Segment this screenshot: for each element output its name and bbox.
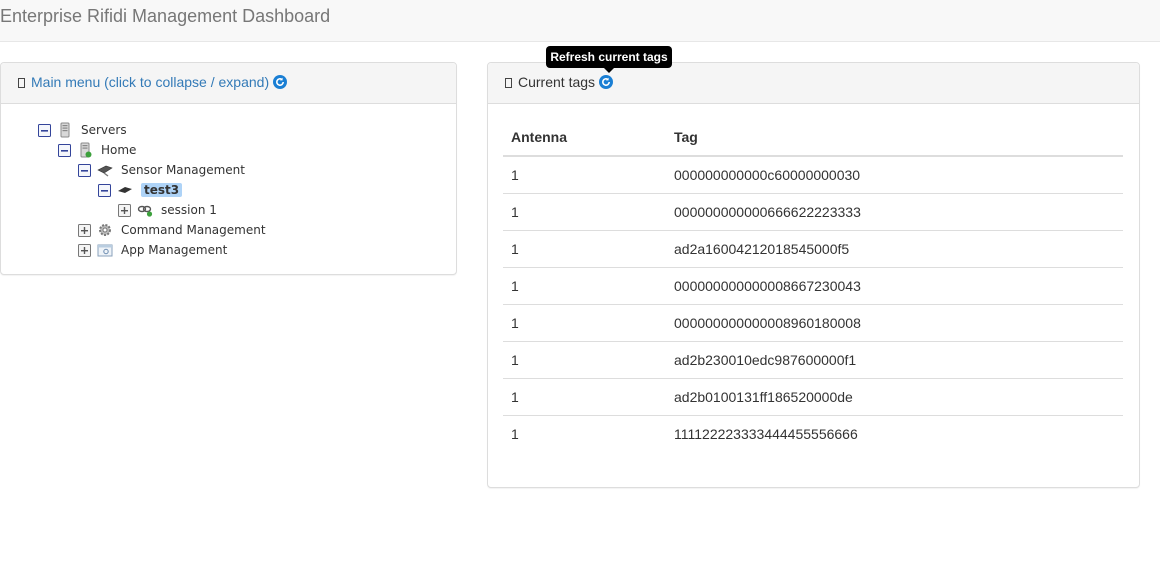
reader-device-icon (118, 187, 132, 193)
collapse-toggle-icon[interactable] (38, 124, 51, 137)
table-row: 1 000000000000666622223333 (503, 194, 1123, 231)
server-icon (60, 122, 70, 138)
table-row: 1 000000000000c60000000030 (503, 157, 1123, 194)
collapse-toggle-icon[interactable] (58, 144, 71, 157)
window-icon (18, 78, 25, 88)
top-navbar: Enterprise Rifidi Management Dashboard (0, 0, 1160, 42)
antenna-cell: 1 (511, 241, 519, 257)
tree-node-app-management[interactable]: App Management (78, 241, 227, 259)
column-header-tag: Tag (674, 129, 698, 145)
tag-cell: 000000000000008960180008 (674, 315, 861, 331)
tree-node-command-management[interactable]: Command Management (78, 221, 266, 239)
table-row: 1 ad2b230010edc987600000f1 (503, 342, 1123, 379)
tag-cell: ad2b230010edc987600000f1 (674, 352, 857, 368)
tree-label-servers[interactable]: Servers (81, 123, 127, 137)
tree-label-test3[interactable]: test3 (141, 183, 183, 197)
antenna-cell: 1 (511, 167, 519, 183)
tag-cell: 000000000000c60000000030 (674, 167, 861, 183)
current-tags-panel: Current tags Antenna Tag 1 000000000000c… (487, 62, 1140, 488)
antenna-cell: 1 (511, 389, 519, 405)
tree-node-home[interactable]: Home (58, 141, 136, 159)
app-window-icon (97, 244, 113, 257)
main-menu-heading[interactable]: Main menu (click to collapse / expand) (1, 63, 456, 104)
server-icon (80, 142, 92, 158)
antenna-cell: 1 (511, 352, 519, 368)
tag-cell: 000000000000008667230043 (674, 278, 861, 294)
gear-icon (99, 224, 111, 236)
table-row: 1 000000000000008960180008 (503, 305, 1123, 342)
tag-cell: 111122223333444455556666 (674, 426, 858, 442)
antenna-cell: 1 (511, 426, 519, 442)
table-row: 1 ad2b0100131ff186520000de (503, 379, 1123, 416)
tree-node-test3[interactable]: test3 (98, 181, 183, 199)
expand-toggle-icon[interactable] (118, 204, 131, 217)
antenna-cell: 1 (511, 278, 519, 294)
antenna-cell: 1 (511, 315, 519, 331)
tree-label-session-1[interactable]: session 1 (161, 203, 217, 217)
expand-toggle-icon[interactable] (78, 244, 91, 257)
tags-table-header: Antenna Tag (503, 119, 1123, 157)
tag-cell: 000000000000666622223333 (674, 204, 861, 220)
current-tags-heading: Current tags (488, 63, 1139, 104)
expand-toggle-icon[interactable] (78, 224, 91, 237)
refresh-tooltip: Refresh current tags (546, 46, 672, 68)
column-header-antenna: Antenna (511, 129, 567, 145)
tag-cell: ad2b0100131ff186520000de (674, 389, 853, 405)
tooltip-arrow (604, 68, 614, 73)
main-menu-panel: Main menu (click to collapse / expand) S… (0, 62, 457, 275)
tags-table: Antenna Tag 1 000000000000c60000000030 1… (503, 119, 1123, 453)
window-icon (505, 78, 512, 88)
tag-cell: ad2a16004212018545000f5 (674, 241, 850, 257)
refresh-tags-icon[interactable] (599, 75, 613, 89)
antenna-cell: 1 (511, 204, 519, 220)
app-title[interactable]: Enterprise Rifidi Management Dashboard (0, 6, 330, 27)
reader-icon (97, 165, 113, 177)
tree-label-command-management[interactable]: Command Management (121, 223, 266, 237)
collapse-toggle-icon[interactable] (98, 184, 111, 197)
table-row: 1 ad2a16004212018545000f5 (503, 231, 1123, 268)
tree-node-servers[interactable]: Servers (38, 121, 127, 139)
collapse-toggle-icon[interactable] (78, 164, 91, 177)
table-row: 1 000000000000008667230043 (503, 268, 1123, 305)
tree-node-session-1[interactable]: session 1 (118, 201, 217, 219)
tree-label-app-management[interactable]: App Management (121, 243, 227, 257)
main-menu-toggle-link[interactable]: Main menu (click to collapse / expand) (31, 74, 269, 90)
tree-label-home[interactable]: Home (101, 143, 136, 157)
tree-label-sensor-management[interactable]: Sensor Management (121, 163, 245, 177)
session-link-icon (137, 205, 153, 217)
current-tags-title: Current tags (518, 74, 596, 90)
table-row: 1 111122223333444455556666 (503, 416, 1123, 453)
tree-node-sensor-management[interactable]: Sensor Management (78, 161, 245, 179)
refresh-icon[interactable] (273, 75, 287, 89)
